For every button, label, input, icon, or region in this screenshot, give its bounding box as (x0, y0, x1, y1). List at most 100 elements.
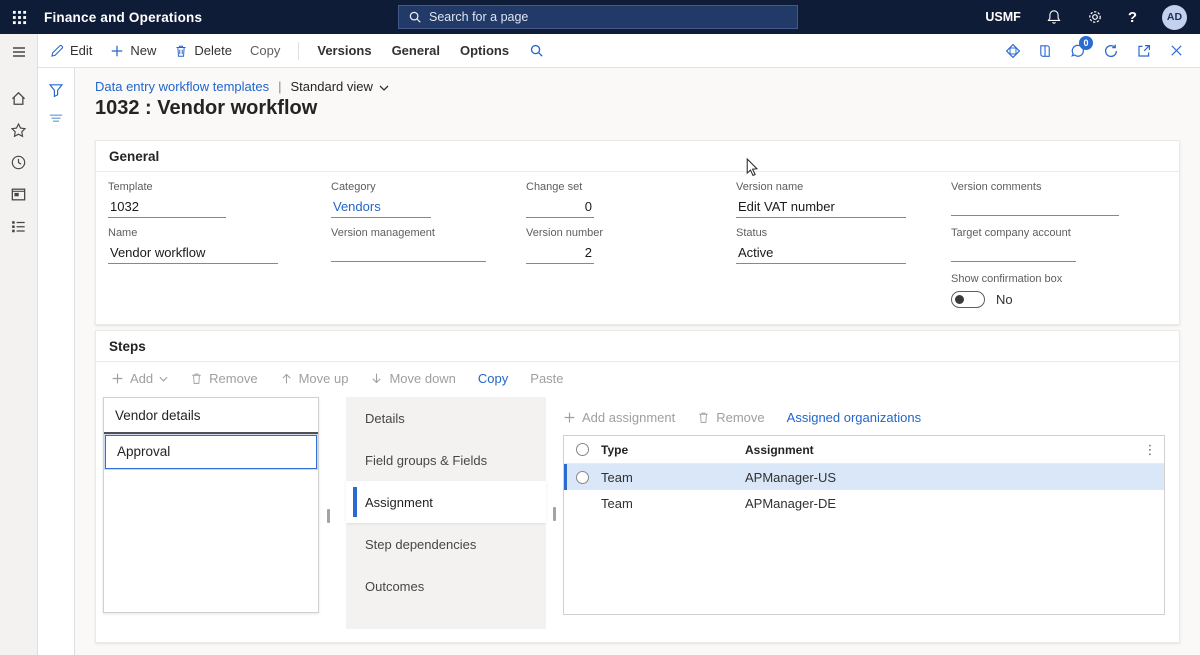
assignment-row-1[interactable]: Team APManager-US (564, 464, 1164, 490)
assigned-organizations-link[interactable]: Assigned organizations (787, 410, 921, 425)
global-search[interactable] (398, 5, 798, 29)
column-header-type[interactable]: Type (601, 443, 745, 457)
remove-step-button[interactable]: Remove (190, 371, 257, 386)
step-item-vendor-details[interactable]: Vendor details (104, 398, 318, 434)
action-pane: Edit New Delete Copy Versions General Op… (38, 34, 1200, 68)
add-assignment-button[interactable]: Add assignment (563, 410, 675, 425)
splitter-handle[interactable] (327, 509, 330, 523)
open-new-window-icon[interactable] (1136, 43, 1152, 59)
tab-details[interactable]: Details (346, 397, 546, 439)
field-change-set: Change set 0 (526, 181, 736, 218)
cell-assignment: APManager-US (745, 470, 1136, 485)
notifications-bell-icon[interactable] (1046, 9, 1062, 25)
breadcrumb: Data entry workflow templates | Standard… (95, 79, 389, 94)
gem-connect-icon[interactable] (1005, 43, 1021, 59)
name-input[interactable]: Vendor workflow (108, 244, 278, 264)
app-launcher-icon[interactable] (0, 0, 38, 34)
task-guide-book-icon[interactable] (1038, 43, 1053, 59)
move-up-button[interactable]: Move up (280, 371, 349, 386)
field-target-company-account: Target company account (951, 227, 1167, 264)
target-company-account-input[interactable] (951, 244, 1076, 262)
paste-step-button[interactable]: Paste (530, 371, 563, 386)
tab-assignment[interactable]: Assignment (346, 481, 546, 523)
actionpane-search-icon[interactable] (529, 43, 544, 58)
general-section-header[interactable]: General (96, 141, 1179, 172)
copy-step-button[interactable]: Copy (478, 371, 508, 386)
column-header-assignment[interactable]: Assignment (745, 443, 1136, 457)
tab-step-dependencies[interactable]: Step dependencies (346, 523, 546, 565)
actionpane-right-icons: 0 (1005, 43, 1188, 59)
version-management-input[interactable] (331, 244, 486, 262)
general-section: General Template 1032 Category Vendors C… (95, 140, 1180, 325)
tab-outcomes[interactable]: Outcomes (346, 565, 546, 607)
cell-type: Team (601, 470, 745, 485)
filter-funnel-icon[interactable] (42, 76, 70, 104)
delete-button[interactable]: Delete (174, 43, 232, 58)
company-picker[interactable]: USMF (985, 10, 1020, 24)
plus-icon (110, 44, 124, 58)
version-number-input[interactable]: 2 (526, 244, 594, 264)
plus-icon (563, 411, 576, 424)
app-window: Finance and Operations USMF ? AD (0, 0, 1200, 655)
step-item-approval[interactable]: Approval (105, 435, 317, 469)
field-show-confirmation-box: Show confirmation box No (951, 273, 1167, 308)
trash-icon (174, 44, 188, 58)
favorites-star-icon[interactable] (0, 115, 38, 145)
user-avatar[interactable]: AD (1162, 5, 1187, 30)
versions-menu[interactable]: Versions (317, 43, 371, 58)
plus-icon (111, 372, 124, 385)
toggle-value: No (996, 292, 1013, 307)
status-input[interactable]: Active (736, 244, 906, 264)
assignment-panel: Add assignment Remove Assigned organizat… (563, 395, 1165, 615)
remove-assignment-button[interactable]: Remove (697, 410, 764, 425)
steps-list: Vendor details Approval (103, 397, 319, 613)
recent-clock-icon[interactable] (0, 147, 38, 177)
edit-button[interactable]: Edit (50, 43, 92, 58)
view-selector[interactable]: Standard view (291, 79, 389, 94)
home-icon[interactable] (0, 83, 38, 113)
settings-gear-icon[interactable] (1087, 9, 1103, 25)
template-input[interactable]: 1032 (108, 198, 226, 218)
refresh-icon[interactable] (1103, 43, 1119, 59)
cell-type: Team (601, 496, 745, 511)
category-link[interactable]: Vendors (331, 198, 431, 218)
version-comments-input[interactable] (951, 198, 1119, 216)
breadcrumb-link[interactable]: Data entry workflow templates (95, 79, 269, 94)
add-step-button[interactable]: Add (111, 371, 168, 386)
modules-list-icon[interactable] (0, 211, 38, 241)
arrow-up-icon (280, 372, 293, 385)
help-icon[interactable]: ? (1128, 9, 1137, 26)
chevron-down-icon (159, 376, 168, 382)
messages-icon[interactable]: 0 (1070, 43, 1086, 59)
assignment-row-2[interactable]: Team APManager-DE (564, 490, 1164, 516)
workspaces-icon[interactable] (0, 179, 38, 209)
select-all-checkbox[interactable] (576, 443, 589, 456)
move-down-button[interactable]: Move down (370, 371, 455, 386)
hamburger-menu-icon[interactable] (0, 37, 38, 67)
trash-icon (697, 411, 710, 424)
field-category: Category Vendors (331, 181, 526, 218)
assignment-grid: Type Assignment ⋮ Team APManager-US (563, 435, 1165, 615)
edit-pencil-icon (50, 44, 64, 58)
steps-section-header[interactable]: Steps (96, 331, 1179, 362)
grid-options-kebab-icon[interactable]: ⋮ (1136, 442, 1164, 458)
trash-icon (190, 372, 203, 385)
show-confirmation-toggle[interactable] (951, 291, 985, 308)
row-checkbox[interactable] (576, 471, 589, 484)
tab-field-groups-fields[interactable]: Field groups & Fields (346, 439, 546, 481)
field-version-management: Version management (331, 227, 526, 264)
field-version-comments: Version comments (951, 181, 1167, 218)
list-view-lines-icon[interactable] (42, 104, 70, 132)
step-detail-tabs: Details Field groups & Fields Assignment… (346, 397, 546, 629)
page-title: 1032 : Vendor workflow (95, 97, 317, 120)
new-button[interactable]: New (110, 43, 156, 58)
general-menu[interactable]: General (392, 43, 440, 58)
close-icon[interactable] (1169, 43, 1184, 58)
change-set-input[interactable]: 0 (526, 198, 594, 218)
splitter-handle-2[interactable] (553, 507, 556, 521)
copy-button[interactable]: Copy (250, 43, 280, 58)
toolbar-divider (298, 42, 299, 60)
options-menu[interactable]: Options (460, 43, 509, 58)
search-input[interactable] (429, 10, 788, 24)
version-name-input[interactable]: Edit VAT number (736, 198, 906, 218)
